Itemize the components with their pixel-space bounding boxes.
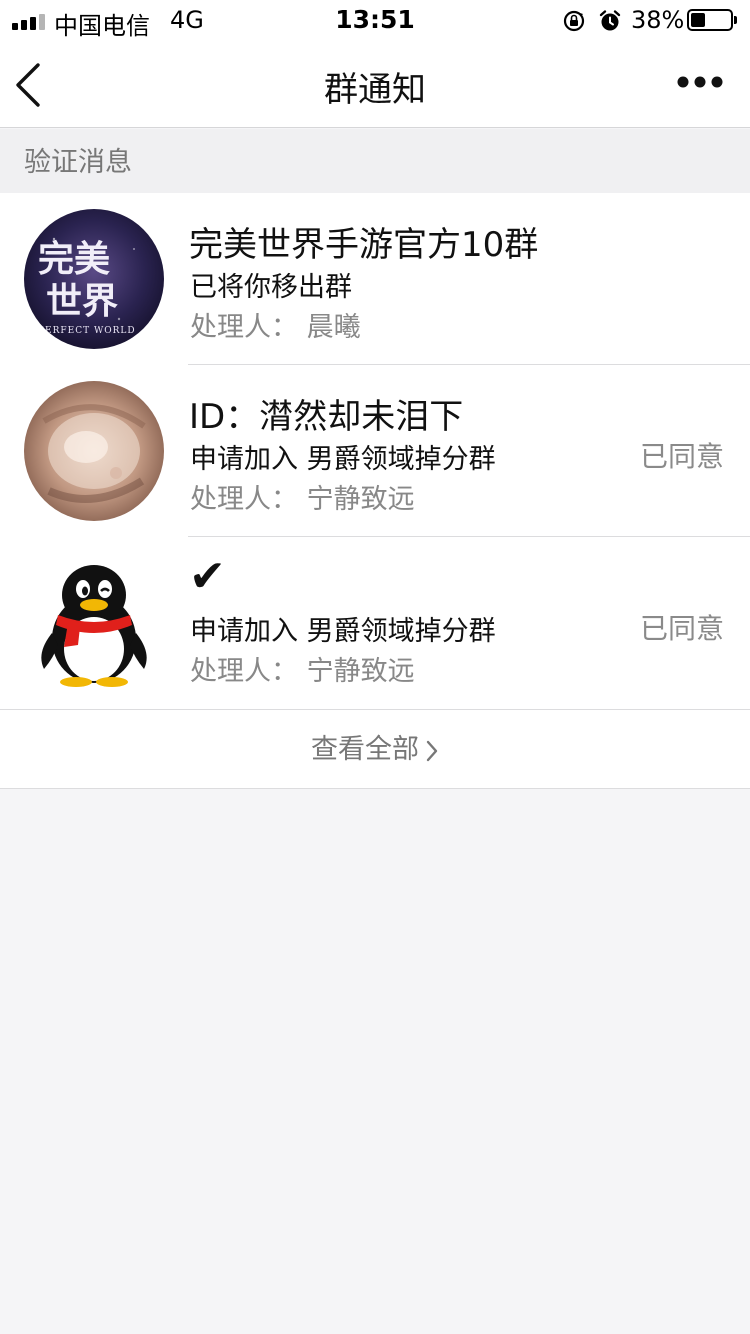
status-bar: 中国电信 4G 13:51 38%: [0, 0, 750, 40]
list-item[interactable]: ✔ 申请加入 男爵领域掉分群 处理人： 宁静致远 已同意: [0, 537, 750, 709]
qq-penguin-avatar-icon: [24, 553, 164, 693]
notification-message: 申请加入 男爵领域掉分群: [190, 444, 496, 475]
handler-label: 处理人： 宁静致远: [190, 484, 415, 515]
alarm-icon: [599, 10, 621, 31]
rotation-lock-icon: [563, 10, 585, 32]
notification-list: 完美 世界 PERFECT WORLD 完美世界手游官方10群 已将你移出群 处…: [0, 193, 750, 709]
list-item[interactable]: 完美 世界 PERFECT WORLD 完美世界手游官方10群 已将你移出群 处…: [0, 193, 750, 365]
view-all-label: 查看全部: [311, 734, 419, 765]
status-badge: 已同意: [639, 612, 724, 645]
photo-avatar-icon: [24, 381, 164, 521]
applicant-name: ✔: [189, 551, 226, 602]
battery-icon: [687, 9, 737, 31]
list-item[interactable]: ID：潸然却未泪下 申请加入 男爵领域掉分群 处理人： 宁静致远 已同意: [0, 365, 750, 537]
notification-message: 申请加入 男爵领域掉分群: [190, 616, 496, 647]
section-header-verification: 验证消息: [0, 129, 750, 193]
handler-label: 处理人： 晨曦: [190, 312, 361, 343]
logo-english: PERFECT WORLD: [38, 326, 136, 336]
navigation-bar: 群通知: [0, 40, 750, 128]
notification-message: 已将你移出群: [190, 272, 352, 303]
chevron-right-icon: [426, 740, 438, 761]
status-badge: 已同意: [639, 440, 724, 473]
handler-label: 处理人： 宁静致远: [190, 656, 415, 687]
group-name: 完美世界手游官方10群: [189, 225, 539, 265]
view-all-button[interactable]: 查看全部: [0, 709, 750, 789]
battery-percent: 38%: [631, 6, 685, 34]
applicant-name: ID：潸然却未泪下: [189, 397, 464, 437]
logo-chars-top: 完美: [38, 238, 110, 280]
perfect-world-logo-icon: 完美 世界 PERFECT WORLD: [24, 209, 164, 349]
logo-chars-bottom: 世界: [46, 280, 118, 322]
more-options-icon[interactable]: [676, 74, 724, 90]
page-title: 群通知: [324, 70, 426, 110]
